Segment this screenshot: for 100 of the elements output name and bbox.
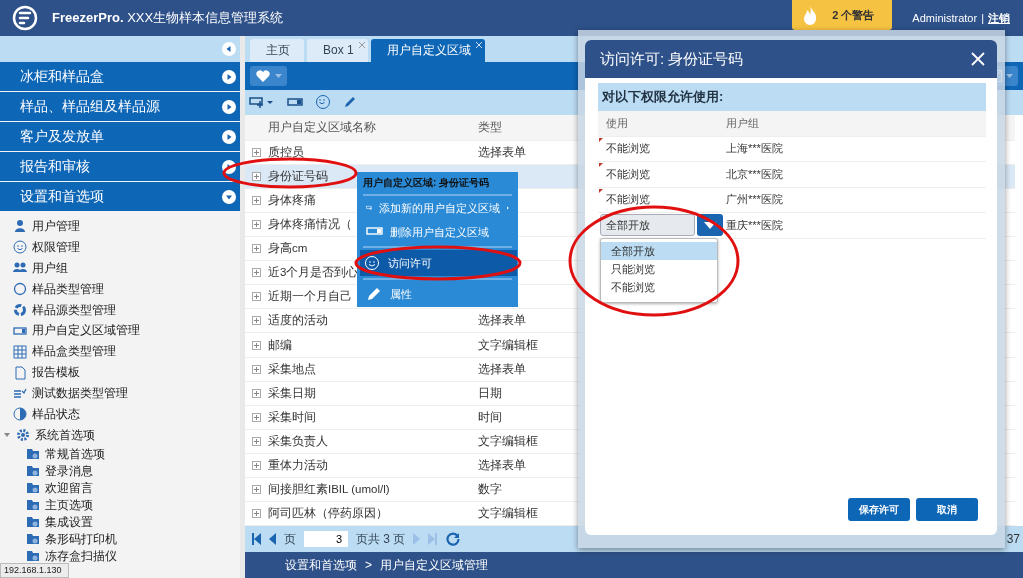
caret-down-icon: [1006, 73, 1013, 78]
expand-icon[interactable]: [222, 99, 236, 114]
expand-icon[interactable]: [252, 388, 261, 398]
flame-icon: [802, 5, 819, 25]
table-cell: 阿司匹林（停药原因）: [268, 506, 388, 522]
collapse-icon[interactable]: [222, 189, 236, 204]
folder-icon: [26, 481, 40, 496]
tree-item[interactable]: 测试数据类型管理: [32, 385, 128, 403]
accordion-header[interactable]: 客户及发放单: [0, 122, 240, 151]
breadcrumb-item[interactable]: 设置和首选项: [285, 556, 357, 574]
separator-text: |: [981, 12, 984, 24]
modified-marker-icon: [599, 163, 603, 167]
expand-icon[interactable]: [252, 364, 261, 374]
expand-icon[interactable]: [252, 171, 261, 181]
accordion-header[interactable]: 样品、样品组及样品源: [0, 92, 240, 121]
table-cell: 重体力活动: [268, 457, 328, 473]
breadcrumb-item[interactable]: 用户自定义区域管理: [380, 556, 488, 574]
pie-icon: [13, 407, 27, 422]
expand-icon[interactable]: [252, 292, 261, 302]
document-icon: [13, 365, 27, 380]
collapse-icon[interactable]: [222, 42, 236, 56]
menu-item[interactable]: 删除用户自定义区域: [363, 220, 512, 244]
first-page-icon[interactable]: [251, 533, 261, 546]
tree-item[interactable]: 用户组: [32, 259, 68, 277]
expand-icon[interactable]: [252, 244, 261, 254]
table-cell-text: 广州***医院: [726, 192, 784, 208]
expand-icon[interactable]: [252, 436, 261, 446]
previous-page-icon[interactable]: [269, 533, 276, 546]
tree-item[interactable]: 报告模板: [32, 364, 80, 382]
expand-icon[interactable]: [252, 147, 261, 157]
accordion-header[interactable]: 报告和审核: [0, 152, 240, 181]
expand-icon[interactable]: [252, 509, 261, 519]
expand-icon[interactable]: [252, 340, 261, 350]
expand-icon[interactable]: [252, 316, 261, 326]
tree-item[interactable]: 系统首选项: [35, 426, 95, 444]
expand-icon[interactable]: [252, 268, 261, 278]
dropdown-option[interactable]: 不能浏览: [601, 278, 717, 296]
save-button[interactable]: 保存许可: [848, 498, 910, 521]
tree-item[interactable]: 用户管理: [32, 217, 80, 235]
tree-item[interactable]: 样品盒类型管理: [32, 343, 116, 361]
tree-item[interactable]: 样品状态: [32, 405, 80, 423]
menu-item[interactable]: 访问许可: [360, 250, 517, 276]
tree-item[interactable]: 用户自定义区域管理: [32, 322, 140, 340]
tree-item[interactable]: 登录消息: [45, 462, 93, 480]
tree-item[interactable]: 冻存盒扫描仪: [45, 547, 117, 565]
table-cell: 采集地点: [268, 361, 316, 377]
tree-item[interactable]: 样品源类型管理: [32, 301, 116, 319]
app-title: FreezerPro. XXX生物样本信息管理系统: [52, 9, 284, 27]
table-cell: 身高cm: [268, 241, 308, 257]
expand-icon[interactable]: [222, 159, 236, 174]
separator-text: >: [365, 558, 372, 573]
dropdown-option[interactable]: 全部开放: [601, 242, 717, 260]
table-cell-text: 上海***医院: [726, 141, 784, 157]
tree-item[interactable]: 集成设置: [45, 513, 93, 531]
user-name: Administrator: [912, 12, 978, 24]
dropdown-option[interactable]: 只能浏览: [601, 260, 717, 278]
accordion-header[interactable]: 设置和首选项: [0, 182, 240, 211]
accordion-header[interactable]: 冰柜和样品盒: [0, 62, 240, 91]
table-cell: 采集时间: [268, 409, 316, 425]
tree-item[interactable]: 权限管理: [32, 238, 80, 256]
tree-item[interactable]: 欢迎留言: [45, 479, 93, 497]
expand-icon[interactable]: [252, 460, 261, 470]
table-cell: 适度的活动: [268, 313, 328, 329]
refresh-icon[interactable]: [446, 532, 461, 547]
status-url: 192.168.1.130: [0, 563, 69, 578]
menu-item[interactable]: 添加新的用户自定义区域: [363, 196, 512, 220]
grid-icon: [13, 344, 27, 359]
tree-item[interactable]: 样品类型管理: [32, 280, 104, 298]
page-count-fragment: 37: [1006, 532, 1020, 547]
tab[interactable]: 主页: [250, 38, 304, 62]
smiley-icon[interactable]: [315, 94, 331, 111]
modified-marker-icon: [599, 137, 603, 142]
person-icon: [13, 219, 27, 234]
expand-icon[interactable]: [252, 195, 261, 205]
table-cell: 日期: [478, 385, 502, 401]
folder-icon: [26, 498, 40, 513]
expand-icon[interactable]: [252, 220, 261, 230]
table-cell: 近期一个月自己: [268, 289, 352, 305]
menu-item[interactable]: 属性: [363, 282, 512, 306]
tab[interactable]: 用户自定义区域: [370, 38, 485, 62]
caret-down-icon: [275, 73, 282, 78]
tree-item[interactable]: 主页选项: [45, 496, 93, 514]
alert-button[interactable]: 2 个警告: [792, 0, 893, 30]
expand-icon[interactable]: [252, 485, 261, 495]
folder-icon: [26, 447, 40, 462]
column-header: 用户自定义区域名称: [268, 119, 377, 135]
logout-link[interactable]: 注销: [988, 10, 1010, 26]
expand-icon[interactable]: [222, 69, 236, 84]
expand-icon[interactable]: [252, 412, 261, 422]
tab[interactable]: Box 1: [307, 38, 368, 62]
favorites-button[interactable]: [250, 65, 287, 86]
cancel-button[interactable]: 取消: [916, 498, 978, 521]
table-cell: 文字编辑框: [478, 337, 538, 353]
field-icon[interactable]: [287, 97, 303, 108]
tree-item[interactable]: 常规首选项: [45, 445, 105, 463]
expand-icon[interactable]: [222, 129, 236, 144]
pencil-icon[interactable]: [343, 95, 357, 110]
tree-item[interactable]: 条形码打印机: [45, 530, 117, 548]
page-input[interactable]: 3: [304, 531, 348, 548]
dropdown-field[interactable]: 全部开放: [600, 214, 695, 237]
